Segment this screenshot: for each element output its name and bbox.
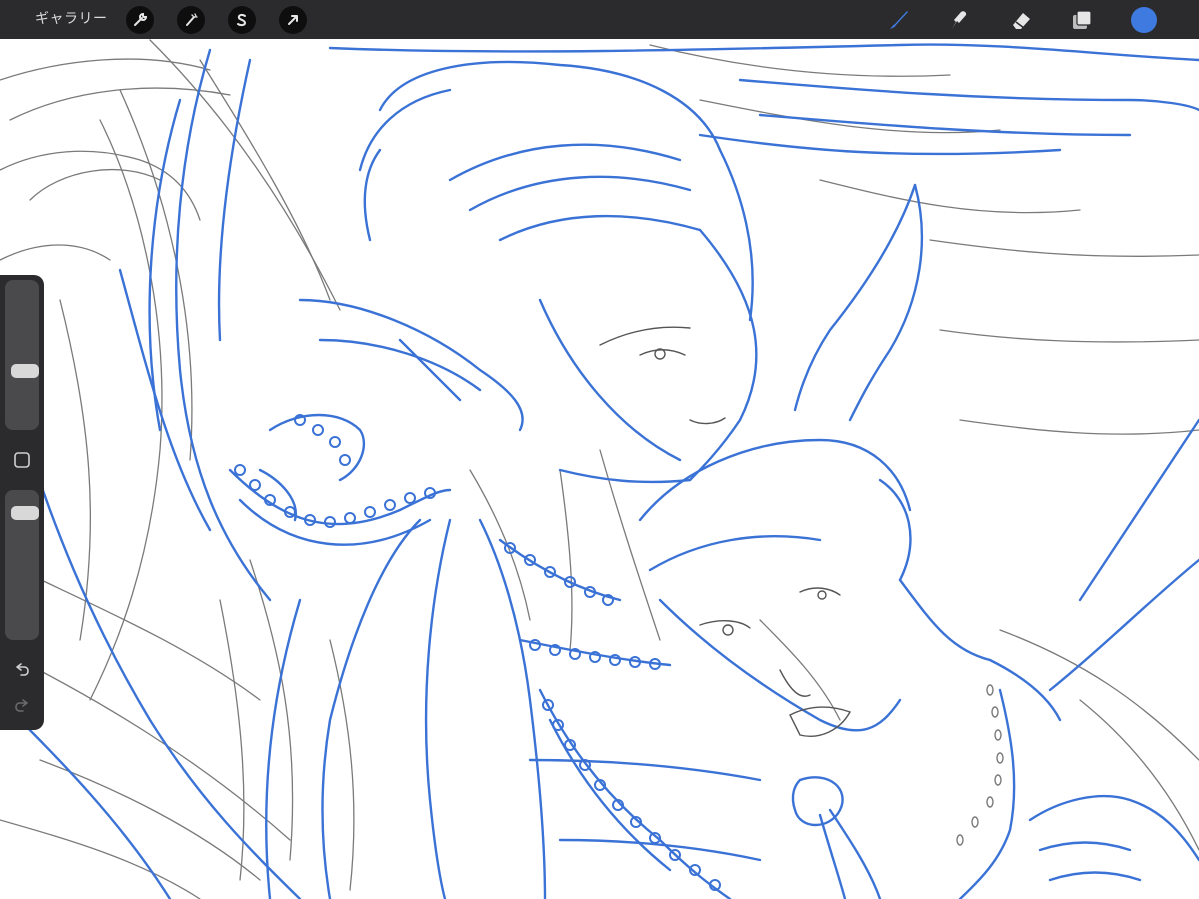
adjustments-magic-wand-icon[interactable] bbox=[177, 6, 205, 34]
smudge-icon[interactable] bbox=[946, 7, 972, 33]
undo-icon[interactable] bbox=[11, 659, 33, 681]
redo-icon[interactable] bbox=[11, 695, 33, 717]
gallery-button[interactable]: ギャラリー bbox=[35, 10, 108, 28]
transform-arrow-icon[interactable] bbox=[279, 6, 307, 34]
layers-icon[interactable] bbox=[1069, 7, 1095, 33]
modify-square-icon[interactable] bbox=[11, 449, 33, 471]
opacity-slider-thumb[interactable] bbox=[11, 505, 39, 520]
brush-icon[interactable] bbox=[886, 7, 912, 33]
drawing-canvas[interactable] bbox=[0, 39, 1199, 899]
brush-size-slider[interactable] bbox=[5, 280, 39, 430]
selection-s-icon[interactable] bbox=[228, 6, 256, 34]
brush-size-slider-thumb[interactable] bbox=[11, 364, 39, 379]
color-picker-swatch[interactable] bbox=[1131, 7, 1157, 33]
top-toolbar: ギャラリー bbox=[0, 0, 1199, 39]
eraser-icon[interactable] bbox=[1008, 7, 1034, 33]
actions-wrench-icon[interactable] bbox=[126, 6, 154, 34]
left-sidebar bbox=[0, 275, 44, 730]
opacity-slider[interactable] bbox=[5, 490, 39, 640]
